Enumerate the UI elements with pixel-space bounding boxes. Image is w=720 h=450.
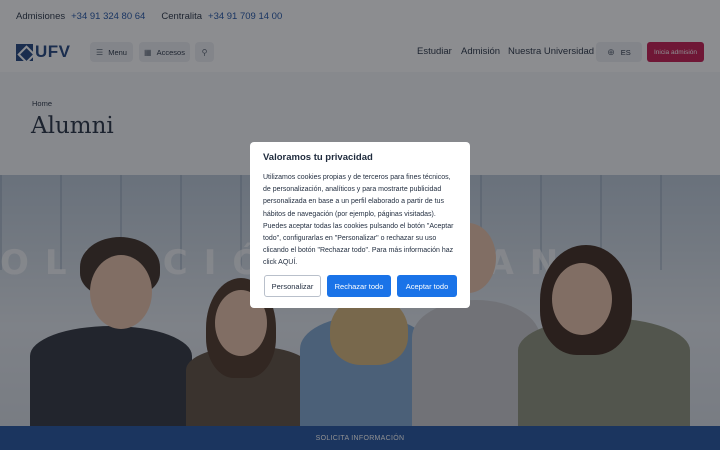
- customize-cookies-button[interactable]: Personalizar: [264, 275, 321, 297]
- cookie-dialog-title: Valoramos tu privacidad: [263, 152, 373, 163]
- reject-all-button[interactable]: Rechazar todo: [327, 275, 391, 297]
- cookie-dialog-actions: Personalizar Rechazar todo Aceptar todo: [264, 275, 457, 297]
- accept-all-button[interactable]: Aceptar todo: [397, 275, 457, 297]
- cookie-consent-dialog: Valoramos tu privacidad Utilizamos cooki…: [250, 142, 470, 308]
- cookie-dialog-body: Utilizamos cookies propias y de terceros…: [263, 174, 454, 267]
